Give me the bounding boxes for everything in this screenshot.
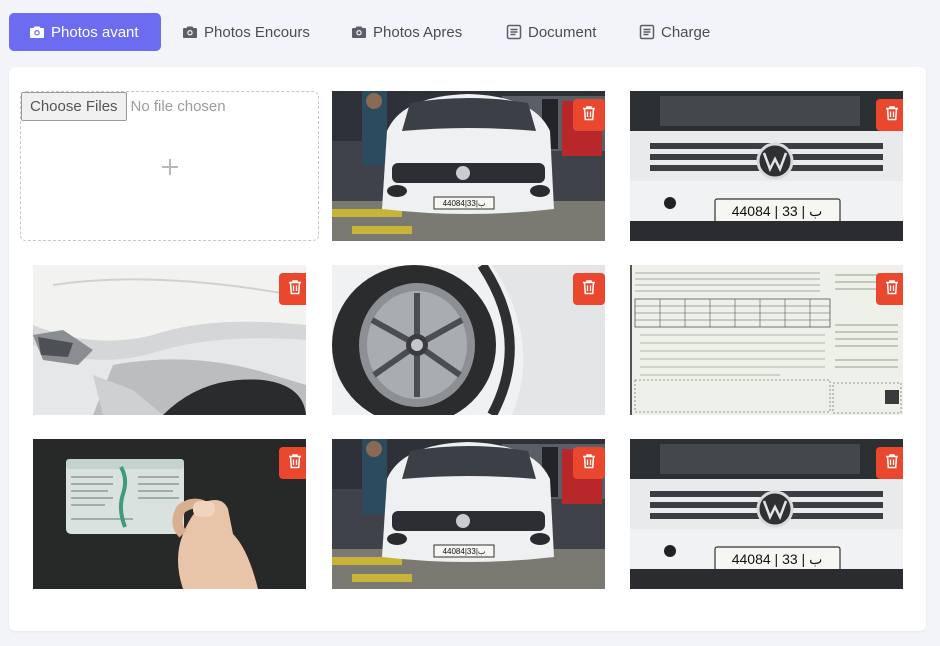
photo-thumbnail-wheel[interactable]	[332, 265, 605, 415]
photo-thumbnail-grille[interactable]: 44084 | ب | 33	[630, 91, 903, 241]
delete-button[interactable]	[573, 447, 605, 479]
trash-icon	[885, 279, 899, 300]
camera-icon	[182, 24, 198, 40]
tab-label: Charge	[661, 23, 711, 41]
svg-text:44084|ب|33: 44084|ب|33	[443, 199, 486, 208]
grille-plate-image: 44084 | ب | 33	[630, 91, 903, 241]
trash-icon	[288, 279, 302, 300]
trash-icon	[582, 105, 596, 126]
camera-icon	[29, 24, 45, 40]
tab-photos-apres[interactable]: Photos Apres	[351, 13, 462, 51]
registration-document-image	[630, 265, 903, 415]
tab-label: Photos Encours	[204, 23, 310, 41]
delete-button[interactable]	[573, 273, 605, 305]
trash-icon	[582, 279, 596, 300]
tab-label: Document	[528, 23, 597, 41]
photo-thumbnail-grille[interactable]: 44084 | ب | 33	[630, 439, 903, 589]
grille-plate-image: 44084 | ب | 33	[630, 439, 903, 589]
photo-thumbnail-damage[interactable]	[33, 265, 306, 415]
photo-thumbnail-document[interactable]	[630, 265, 903, 415]
photo-thumbnail-suv-front[interactable]: 44084|ب|33	[332, 439, 605, 589]
delete-button[interactable]	[876, 99, 903, 131]
svg-text:44084|ب|33: 44084|ب|33	[443, 547, 486, 556]
photo-thumbnail-id-card[interactable]	[33, 439, 306, 589]
document-icon	[506, 24, 522, 40]
delete-button[interactable]	[876, 447, 903, 479]
car-front-image: 44084|ب|33	[332, 439, 605, 589]
tab-photos-encours[interactable]: Photos Encours	[182, 13, 310, 51]
upload-dropzone[interactable]: Choose Files No file chosen	[20, 91, 319, 241]
tab-document[interactable]: Document	[506, 13, 596, 51]
svg-text:44084 | ب | 33: 44084 | ب | 33	[732, 203, 823, 219]
trash-icon	[885, 105, 899, 126]
tab-label: Photos avant	[51, 23, 139, 41]
document-icon	[639, 24, 655, 40]
id-card-image	[33, 439, 306, 589]
photo-tabs: Photos avant Photos Encours Photos Apres…	[9, 13, 929, 51]
trash-icon	[288, 453, 302, 474]
delete-button[interactable]	[279, 447, 306, 479]
tab-charge[interactable]: Charge	[639, 13, 710, 51]
trash-icon	[885, 453, 899, 474]
file-status: No file chosen	[130, 98, 226, 115]
wheel-rim-image	[332, 265, 605, 415]
photo-thumbnail-suv-front[interactable]: 44084|ب|33	[332, 91, 605, 241]
damaged-fender-image	[33, 265, 306, 415]
delete-button[interactable]	[876, 273, 903, 305]
tab-label: Photos Apres	[373, 23, 463, 41]
plus-icon[interactable]	[160, 157, 180, 177]
svg-text:44084 | ب | 33: 44084 | ب | 33	[732, 551, 823, 567]
delete-button[interactable]	[279, 273, 306, 305]
choose-files-button[interactable]: Choose Files	[21, 92, 127, 121]
file-input[interactable]: Choose Files No file chosen	[21, 92, 226, 121]
delete-button[interactable]	[573, 99, 605, 131]
camera-icon	[351, 24, 367, 40]
car-front-image: 44084|ب|33	[332, 91, 605, 241]
trash-icon	[582, 453, 596, 474]
tab-photos-avant[interactable]: Photos avant	[9, 13, 161, 51]
